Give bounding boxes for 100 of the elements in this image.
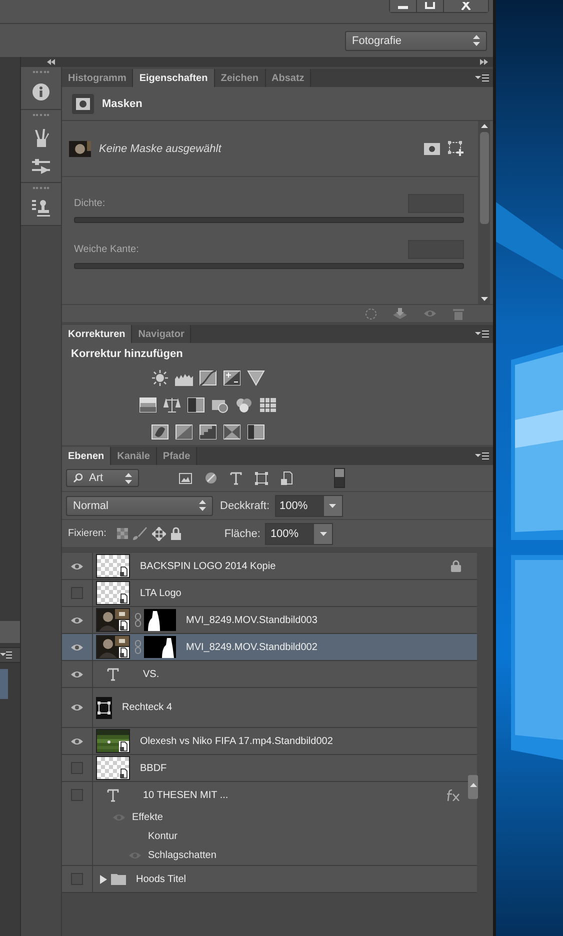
gradient-square-icon[interactable] (174, 424, 192, 440)
curve-icon[interactable] (198, 370, 216, 386)
maximize-button[interactable] (417, 0, 444, 12)
fill-label: Fläche: (224, 528, 260, 540)
close-icon (459, 2, 473, 10)
triangle-icon[interactable] (246, 370, 264, 386)
panel-title: Korrektur hinzufügen (70, 347, 184, 362)
filter-dropdown[interactable]: Art (66, 469, 139, 487)
exposure-icon[interactable] (222, 370, 240, 386)
brushes-icon[interactable] (32, 128, 50, 148)
smart-object-icon (119, 566, 129, 577)
layer-name: VS. (143, 668, 160, 680)
panel-tab[interactable]: Histogramm (62, 69, 134, 87)
layer-name: MVI_8249.MOV.Standbild003 (186, 614, 318, 626)
panel-menu-icon[interactable] (475, 330, 489, 338)
layer-row[interactable]: Olexesh vs Niko FIFA 17.mp4.Standbild002 (62, 728, 477, 755)
layer-mask-thumbnail[interactable] (144, 636, 176, 658)
apply-mask-icon[interactable] (393, 308, 407, 320)
scroll-down-icon[interactable] (480, 297, 488, 301)
layer-name: Olexesh vs Niko FIFA 17.mp4.Standbild002 (140, 736, 333, 746)
stepper-icon (125, 472, 132, 484)
cross-square-icon[interactable] (222, 424, 240, 440)
scrollbar-thumb[interactable] (468, 775, 478, 799)
layer-row[interactable]: MVI_8249.MOV.Standbild002 (62, 634, 477, 661)
collapse-icon[interactable] (47, 59, 55, 65)
layer-row[interactable]: MVI_8249.MOV.Standbild003 (62, 607, 477, 634)
panel-tab[interactable]: Pfade (156, 447, 198, 465)
panel-tab[interactable]: Zeichen (214, 69, 266, 87)
panel-tab[interactable]: Korrekturen (62, 325, 132, 343)
layer-row[interactable]: LTA Logo (62, 580, 477, 607)
staircase-icon[interactable] (198, 424, 216, 440)
brush-icon[interactable] (133, 527, 148, 540)
adjust-sliders-icon[interactable] (31, 158, 51, 174)
scroll-up-icon[interactable] (480, 124, 488, 128)
panel-tab[interactable]: Absatz (266, 69, 312, 87)
stamp-list-icon[interactable] (31, 199, 51, 217)
layer-row[interactable]: VS. (62, 661, 477, 688)
effect-name: Kontur (148, 831, 178, 842)
gradient-icon[interactable] (246, 424, 264, 440)
layer-name: BACKSPIN LOGO 2014 Kopie (140, 560, 276, 572)
panel-tab[interactable]: Kanäle (111, 447, 157, 465)
expand-icon[interactable] (480, 59, 488, 65)
expand-arrow-icon[interactable] (100, 874, 107, 884)
panel-menu-icon[interactable] (0, 651, 12, 659)
chain-link-icon[interactable] (135, 613, 141, 627)
half-square-icon[interactable] (186, 396, 204, 412)
move-icon[interactable] (152, 526, 166, 540)
info-icon[interactable] (32, 83, 50, 101)
adjustment-filter-icon[interactable] (205, 472, 217, 484)
slider-track[interactable] (74, 263, 464, 269)
mask-icon (72, 94, 94, 114)
color-bars-icon[interactable] (138, 396, 156, 412)
smart-object-filter-icon[interactable] (281, 471, 293, 485)
scrollbar-thumb[interactable] (480, 132, 488, 224)
field-label: Dichte: (74, 198, 106, 209)
image-filter-icon[interactable] (179, 472, 192, 484)
layer-row[interactable]: Rechteck 4 (62, 688, 477, 728)
layer-row[interactable]: BBDF (62, 755, 477, 782)
text-filter-icon[interactable] (230, 472, 242, 484)
layer-row[interactable]: 10 THESEN MIT ... Effekte Kontur Schlagschatten (62, 782, 477, 866)
panel-title: Masken (102, 98, 142, 110)
layer-mask-thumbnail[interactable] (144, 609, 176, 631)
effect-name: Schlagschatten (148, 850, 216, 861)
stepper-icon (473, 35, 480, 46)
smart-object-icon (119, 768, 129, 779)
lock-label: Fixieren: (68, 528, 106, 539)
layer-row[interactable]: BACKSPIN LOGO 2014 Kopie (62, 553, 477, 580)
pixel-mask-icon[interactable] (424, 142, 440, 154)
mask-status: Keine Maske ausgewählt (99, 142, 223, 154)
panel-tab[interactable]: Navigator (132, 325, 192, 343)
fill-field[interactable]: 100% (265, 522, 334, 544)
vector-mask-icon[interactable] (448, 141, 464, 156)
close-button[interactable] (444, 0, 488, 12)
opacity-label: Deckkraft: (220, 500, 270, 512)
shape-thumbnail-icon (96, 696, 112, 718)
shape-filter-icon[interactable] (255, 472, 268, 484)
layer-row[interactable]: Hoods Titel (62, 866, 477, 893)
smart-object-icon (119, 593, 129, 604)
panel-tab[interactable]: Eigenschaften (133, 69, 215, 87)
effects-icon[interactable] (445, 789, 461, 801)
scales-icon[interactable] (162, 396, 180, 412)
invert-icon[interactable] (150, 424, 168, 440)
blend-mode-dropdown[interactable]: Normal (66, 496, 213, 516)
lock-transparency-icon[interactable] (117, 528, 128, 539)
slider-track[interactable] (74, 217, 464, 223)
minimize-button[interactable] (390, 0, 417, 12)
workspace-dropdown[interactable]: Fotografie (345, 30, 487, 50)
circles-icon[interactable] (234, 396, 252, 412)
lock-icon[interactable] (171, 527, 182, 540)
dropdown-icon (329, 504, 336, 508)
opacity-field[interactable]: 100% (274, 494, 343, 516)
layer-name: LTA Logo (140, 588, 182, 598)
grid-icon[interactable] (258, 396, 276, 412)
dropdown-icon (320, 532, 327, 536)
selection-highlight (0, 669, 8, 699)
panel-menu-icon[interactable] (475, 74, 489, 82)
panel-tab[interactable]: Ebenen (62, 447, 112, 465)
sun-icon[interactable] (150, 370, 168, 386)
panel-menu-icon[interactable] (475, 452, 489, 460)
filter-toggle[interactable] (334, 468, 345, 488)
